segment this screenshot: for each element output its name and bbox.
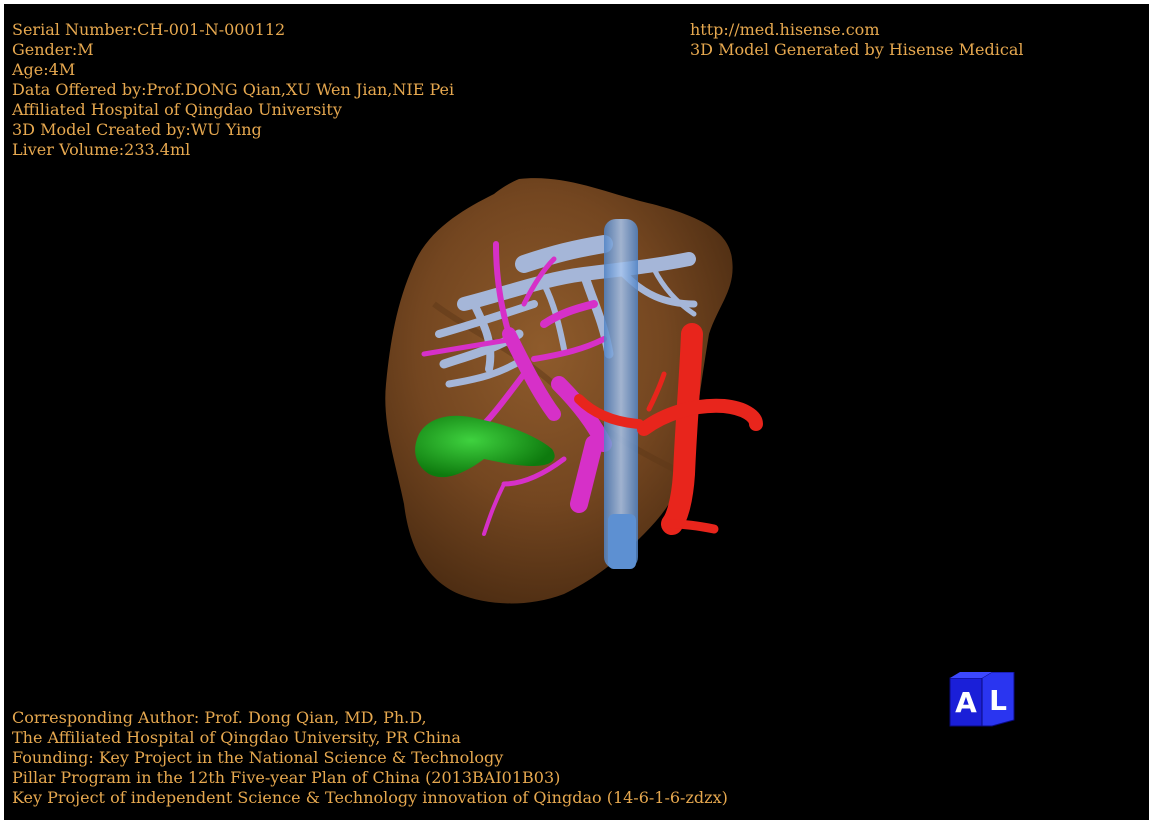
author-affiliation: The Affiliated Hospital of Qingdao Unive… (12, 728, 461, 747)
funding-line-3: Key Project of independent Science & Tec… (12, 788, 728, 807)
liver-volume: Liver Volume:233.4ml (12, 140, 191, 159)
gender: Gender:M (12, 40, 94, 59)
ivc-lower-segment (608, 514, 636, 569)
patient-info-block: Serial Number:CH-001-N-000112 Gender:M A… (12, 20, 454, 160)
funding-line-2: Pillar Program in the 12th Five-year Pla… (12, 768, 561, 787)
serial-number: Serial Number:CH-001-N-000112 (12, 20, 286, 39)
vendor-credit: 3D Model Generated by Hisense Medical (690, 40, 1024, 59)
vendor-info-block: http://med.hisense.com 3D Model Generate… (690, 20, 1023, 60)
age: Age:4M (12, 60, 76, 79)
vendor-url: http://med.hisense.com (690, 20, 880, 39)
hospital: Affiliated Hospital of Qingdao Universit… (12, 100, 342, 119)
cube-side-label: L (989, 684, 1007, 717)
credits-block: Corresponding Author: Prof. Dong Qian, M… (12, 708, 728, 808)
data-offered-by: Data Offered by:Prof.DONG Qian,XU Wen Ji… (12, 80, 455, 99)
funding-line-1: Founding: Key Project in the National Sc… (12, 748, 504, 767)
3d-viewport[interactable]: Serial Number:CH-001-N-000112 Gender:M A… (0, 0, 1153, 824)
orientation-cube[interactable]: A L (948, 672, 1016, 728)
cube-front-label: A (955, 686, 977, 719)
corresponding-author: Corresponding Author: Prof. Dong Qian, M… (12, 708, 427, 727)
model-created-by: 3D Model Created by:WU Ying (12, 120, 262, 139)
